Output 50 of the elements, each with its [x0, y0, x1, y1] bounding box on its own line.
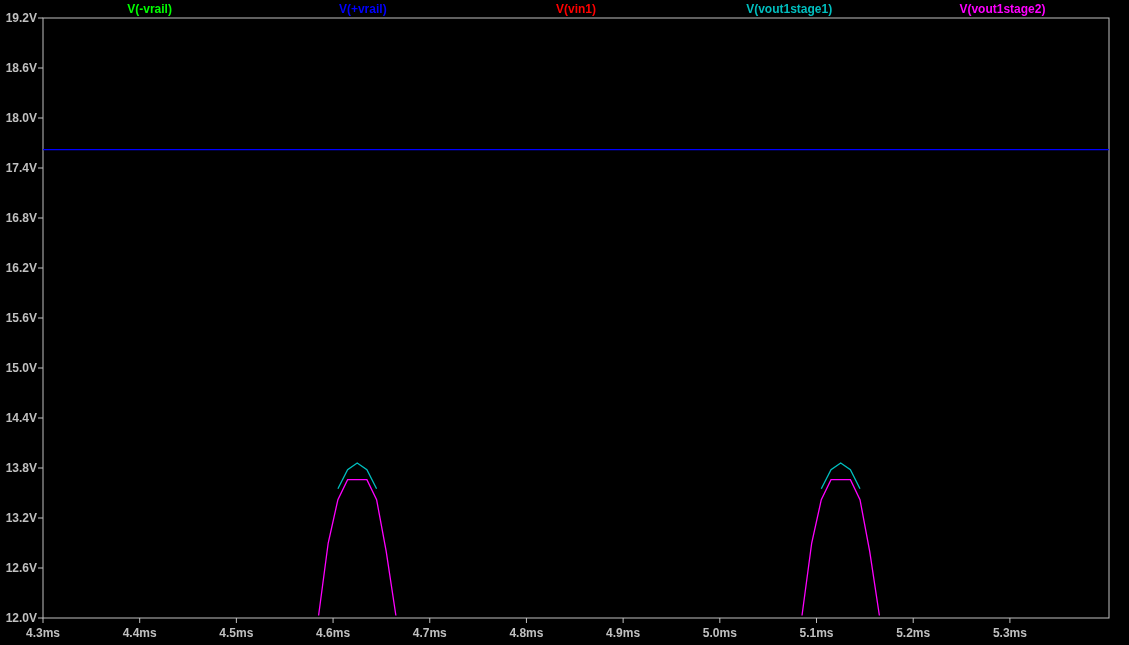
tick-mark — [719, 617, 721, 624]
axis-tick-label: 18.6V — [5, 61, 37, 75]
axis-tick-label: 4.9ms — [606, 626, 641, 640]
axis-tick-label: 4.8ms — [509, 626, 544, 640]
axis-tick-label: 5.0ms — [702, 626, 737, 640]
axis-tick-label: 4.4ms — [122, 626, 157, 640]
tick-mark — [37, 367, 44, 369]
tick-mark — [37, 267, 44, 269]
tick-mark — [37, 167, 44, 169]
axis-tick-label: 5.3ms — [992, 626, 1027, 640]
axis-tick-label: 5.1ms — [799, 626, 834, 640]
axis-tick-label: 17.4V — [5, 161, 37, 175]
axis-tick-label: 4.5ms — [219, 626, 254, 640]
tick-mark — [912, 617, 914, 624]
axis-tick-label: 12.6V — [5, 561, 37, 575]
axis-tick-label: 15.0V — [5, 361, 37, 375]
axis-tick-label: 4.6ms — [316, 626, 351, 640]
legend-label[interactable]: V(vin1) — [556, 2, 596, 16]
legend-label[interactable]: V(-vrail) — [127, 2, 172, 16]
legend-label[interactable]: V(vout1stage1) — [746, 2, 833, 16]
tick-mark — [37, 567, 44, 569]
tick-mark — [429, 617, 431, 624]
legend-label[interactable]: V(vout1stage2) — [959, 2, 1046, 16]
axis-tick-label: 4.3ms — [26, 626, 60, 640]
tick-mark — [37, 517, 44, 519]
tick-mark — [37, 17, 44, 19]
axis-tick-label: 16.2V — [5, 261, 37, 275]
axis-tick-label: 14.4V — [5, 411, 37, 425]
tick-mark — [37, 117, 44, 119]
tick-mark — [37, 467, 44, 469]
tick-mark — [332, 617, 334, 624]
axis-tick-label: 5.2ms — [896, 626, 931, 640]
tick-mark — [37, 67, 44, 69]
tick-mark — [1009, 617, 1011, 624]
tick-mark — [139, 617, 141, 624]
tick-mark — [235, 617, 237, 624]
axis-tick-label: 16.8V — [5, 211, 37, 225]
axis-tick-label: 19.2V — [5, 11, 37, 25]
tick-mark — [37, 217, 44, 219]
tick-mark — [622, 617, 624, 624]
tick-mark — [37, 317, 44, 319]
axis-tick-label: 12.0V — [5, 611, 37, 625]
axis-tick-label: 13.8V — [5, 461, 37, 475]
axis-tick-label: 13.2V — [5, 511, 37, 525]
axis-tick-label: 18.0V — [5, 111, 37, 125]
tick-mark — [525, 617, 527, 624]
tick-mark — [37, 417, 44, 419]
tick-mark — [816, 617, 817, 624]
axis-tick-label: 4.7ms — [412, 626, 447, 640]
axis-tick-label: 15.6V — [5, 311, 37, 325]
